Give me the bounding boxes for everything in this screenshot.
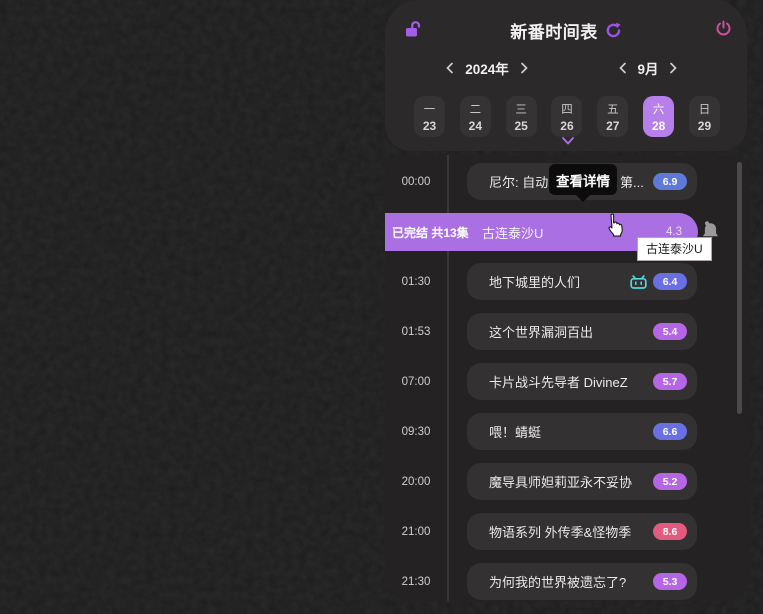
time-label: 21:30: [385, 576, 447, 588]
day-chip-row: 一 23 二 24 三 25 四 26 五 27 六 28 日 29: [385, 96, 747, 137]
show-title: 地下城里的人们: [489, 272, 630, 291]
time-label: 21:00: [385, 526, 447, 538]
day-date-label: 27: [606, 119, 619, 133]
view-details-tooltip: 查看详情: [549, 164, 617, 195]
month-next-icon[interactable]: [667, 61, 681, 75]
time-label: 01:53: [385, 326, 447, 338]
show-title: 喂！蜻蜓: [489, 422, 653, 441]
day-week-label: 一: [424, 101, 436, 117]
day-week-label: 五: [607, 101, 619, 117]
rating-badge: 5.2: [653, 473, 687, 490]
power-icon[interactable]: [714, 19, 732, 37]
completion-status-label: 已完结 共13集: [392, 224, 469, 241]
rating-badge: 5.4: [653, 323, 687, 340]
schedule-row: 01:30 地下城里的人们 6.4: [385, 263, 750, 300]
page-title: 新番时间表: [510, 18, 598, 43]
view-details-tooltip-label: 查看详情: [556, 170, 610, 190]
show-card[interactable]: 为何我的世界被遗忘了?5.3: [467, 563, 697, 600]
year-selector: 2024年: [442, 58, 532, 78]
day-chip-24[interactable]: 二 24: [460, 96, 491, 137]
rating-badge: 6.9: [653, 173, 687, 190]
rating-badge: 6.4: [653, 273, 687, 290]
month-selector: 9月: [615, 58, 681, 78]
show-card[interactable]: 喂！蜻蜓6.6: [467, 413, 697, 450]
chevron-down-icon[interactable]: [561, 136, 575, 146]
rating-badge: 5.3: [653, 573, 687, 590]
time-label: 20:00: [385, 476, 447, 488]
day-week-label: 三: [515, 101, 527, 117]
date-selectors: 2024年 9月: [385, 58, 747, 78]
schedule-list: 00:00尼尔: 自动第...6.9已完结 共13集古连泰沙U4.301:30地…: [385, 155, 750, 601]
time-label: 00:00: [385, 176, 447, 188]
show-card[interactable]: 地下城里的人们 6.4: [467, 263, 697, 300]
day-date-label: 26: [560, 119, 573, 133]
time-label: 09:30: [385, 426, 447, 438]
show-title: 古连泰沙U: [482, 223, 543, 242]
titlebar: 新番时间表: [385, 18, 747, 42]
show-title: 这个世界漏洞百出: [489, 322, 653, 341]
schedule-row: 01:53 这个世界漏洞百出5.4: [385, 313, 750, 350]
day-week-label: 日: [699, 101, 711, 117]
month-prev-icon[interactable]: [615, 61, 629, 75]
schedule-row: 21:00 物语系列 外传季&怪物季8.6: [385, 513, 750, 550]
day-week-label: 四: [561, 101, 573, 117]
time-label: 01:30: [385, 276, 447, 288]
show-title: 魔导具师妲莉亚永不妥协: [489, 472, 653, 491]
day-chip-23[interactable]: 一 23: [414, 96, 445, 137]
schedule-row: 07:00 卡片战斗先导者 DivineZ5.7: [385, 363, 750, 400]
day-date-label: 23: [423, 119, 436, 133]
day-date-label: 28: [652, 119, 665, 133]
refresh-icon[interactable]: [605, 22, 622, 39]
calendar-header-card: 新番时间表 2024年: [385, 0, 747, 151]
time-label: 07:00: [385, 376, 447, 388]
show-title-truncated: 第...: [620, 172, 644, 191]
show-card[interactable]: 物语系列 外传季&怪物季8.6: [467, 513, 697, 550]
year-label: 2024年: [465, 58, 509, 78]
schedule-row: 09:30 喂！蜻蜓6.6: [385, 413, 750, 450]
day-chip-26[interactable]: 四 26: [551, 96, 582, 137]
show-card[interactable]: 卡片战斗先导者 DivineZ5.7: [467, 363, 697, 400]
month-label: 9月: [637, 58, 658, 78]
show-title: 为何我的世界被遗忘了?: [489, 572, 653, 591]
rating-badge: 5.7: [653, 373, 687, 390]
tv-icon: [630, 275, 647, 289]
year-prev-icon[interactable]: [442, 61, 456, 75]
anime-schedule-widget: 新番时间表 2024年: [0, 0, 763, 614]
scrollbar-thumb[interactable]: [737, 162, 742, 414]
day-week-label: 六: [653, 101, 665, 117]
day-date-label: 24: [469, 119, 482, 133]
show-card[interactable]: 这个世界漏洞百出5.4: [467, 313, 697, 350]
day-chip-29[interactable]: 日 29: [689, 96, 720, 137]
title-hover-tooltip: 古连泰沙U: [637, 237, 712, 261]
title-hover-tooltip-label: 古连泰沙U: [646, 242, 703, 256]
schedule-row: 21:30 为何我的世界被遗忘了?5.3: [385, 563, 750, 600]
day-date-label: 29: [698, 119, 711, 133]
show-title: 卡片战斗先导者 DivineZ: [489, 372, 653, 391]
year-next-icon[interactable]: [518, 61, 532, 75]
rating-badge: 8.6: [653, 523, 687, 540]
schedule-row: 20:00 魔导具师妲莉亚永不妥协5.2: [385, 463, 750, 500]
day-chip-27[interactable]: 五 27: [597, 96, 628, 137]
day-chip-25[interactable]: 三 25: [506, 96, 537, 137]
show-card[interactable]: 魔导具师妲莉亚永不妥协5.2: [467, 463, 697, 500]
day-week-label: 二: [470, 101, 482, 117]
rating-badge: 6.6: [653, 423, 687, 440]
day-chip-28[interactable]: 六 28: [643, 96, 674, 137]
show-title: 物语系列 外传季&怪物季: [489, 522, 653, 541]
day-date-label: 25: [514, 119, 527, 133]
